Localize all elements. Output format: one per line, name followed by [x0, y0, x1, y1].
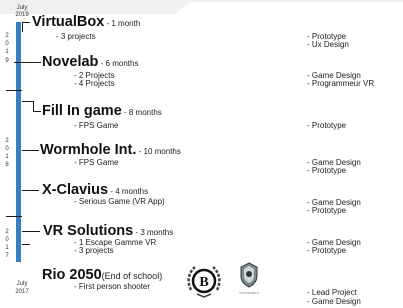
project-detail: - 3 projects: [56, 32, 96, 41]
badge-caption: Nominated: [239, 290, 259, 295]
project-detail: - 4 Projects: [74, 79, 115, 88]
connector-line: [22, 244, 30, 245]
timeline-end-year: 2017: [15, 289, 29, 295]
project-name: Rio 2050: [42, 267, 102, 283]
project-name: VR Solutions: [43, 223, 134, 239]
project-role: - Prototype: [307, 121, 347, 130]
project-duration: - 1 month: [104, 19, 141, 28]
project-role: - Programmeur VR: [307, 79, 375, 88]
connector-line: [22, 231, 40, 232]
connector-line: [33, 111, 41, 112]
year-digit: 9: [5, 58, 9, 64]
year-digit: 8: [5, 162, 9, 168]
year-digit: 0: [5, 237, 9, 243]
connector-line: [22, 22, 30, 23]
year-digit: 0: [5, 41, 9, 47]
timeline-start-month: July: [16, 5, 28, 11]
project-role: - Prototype: [307, 166, 347, 175]
project-duration: - 6 months: [98, 59, 139, 68]
connector-line: [6, 90, 22, 91]
connector-line: [14, 62, 41, 63]
timeline-bar: [16, 22, 21, 262]
project-title-virtualbox: VirtualBox - 1 month: [32, 14, 140, 32]
project-role: - Prototype: [307, 206, 347, 215]
year-digit: 2: [5, 138, 9, 144]
project-role: - Prototype: [307, 246, 347, 255]
project-duration: - 10 months: [136, 147, 181, 156]
project-detail: - 3 projects: [74, 246, 114, 255]
project-detail: - FPS Game: [74, 121, 119, 130]
year-digit: 1: [5, 245, 9, 251]
year-digit: 1: [5, 154, 9, 160]
connector-line: [22, 190, 39, 191]
badge-letter: B: [199, 275, 208, 290]
year-digit: 2: [5, 33, 9, 39]
project-duration: - 4 months: [108, 187, 149, 196]
connector-line: [22, 150, 39, 151]
year-digit: 0: [5, 146, 9, 152]
header-decoration: [0, 0, 403, 14]
year-digit: 2: [5, 229, 9, 235]
project-name: Novelab: [42, 54, 99, 70]
shield-award-icon: [239, 262, 259, 288]
project-title-fill-in-game: Fill In game - 8 months: [42, 103, 162, 121]
timeline-start-year: 2019: [15, 12, 29, 18]
project-name: VirtualBox: [32, 14, 105, 30]
project-duration: - 8 months: [121, 108, 162, 117]
project-detail: - FPS Game: [74, 158, 119, 167]
year-digit: 7: [5, 253, 9, 259]
project-role: - Lead Project: [307, 288, 357, 297]
project-name: Wormhole Int.: [40, 142, 137, 158]
project-detail: - First person shooter: [74, 282, 151, 291]
project-role: - Ux Design: [307, 40, 349, 49]
project-title-suffix: (End of school): [101, 271, 163, 281]
timeline-end-month: July: [16, 281, 28, 287]
award-badge-icon: B: [185, 262, 223, 300]
project-title-novelab: Novelab - 6 months: [42, 54, 138, 72]
project-name: X-Clavius: [42, 182, 109, 198]
connector-line: [22, 22, 23, 32]
connector-line: [6, 216, 22, 217]
project-role: - Game Design: [307, 297, 361, 306]
project-detail: - Serious Game (VR App): [74, 197, 165, 206]
project-duration: - 3 months: [133, 228, 174, 237]
year-digit: 1: [5, 49, 9, 55]
project-name: Fill In game: [42, 103, 122, 119]
